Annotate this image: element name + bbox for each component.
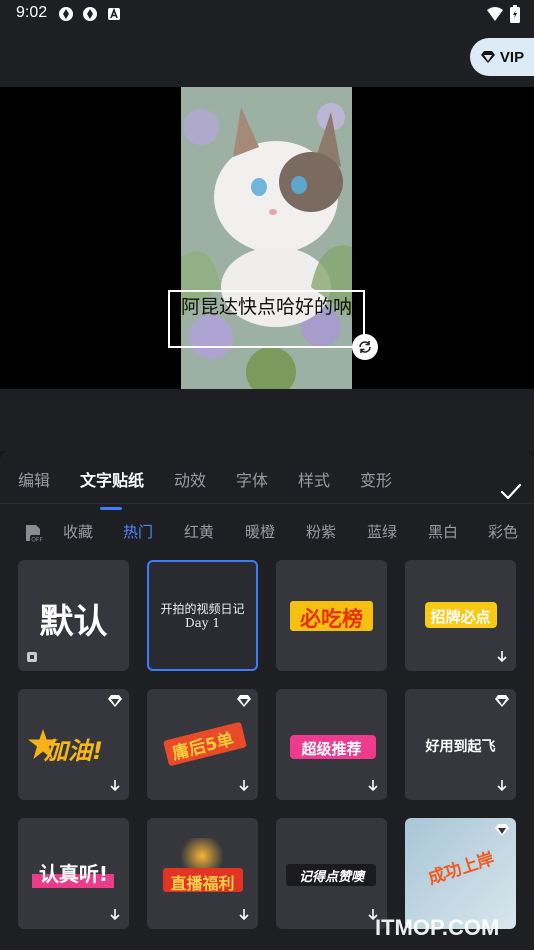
text-sticker-box[interactable]: 阿昆达快点哈好的呐 [168,290,365,348]
battery-icon [510,5,520,23]
sticker-video-diary[interactable]: 开拍的视频日记 Day 1 [147,560,258,671]
timeline-area [0,389,534,451]
tab-edit[interactable]: 编辑 [18,467,50,491]
sticker-label: 直播福利 [170,874,235,893]
rotate-icon [359,341,371,353]
sticker-signature[interactable]: 招牌必点 [405,560,516,671]
category-warm-orange[interactable]: 暖橙 [245,521,275,542]
vip-label: VIP [499,48,525,66]
category-red-yellow[interactable]: 红黄 [184,521,214,542]
video-preview[interactable]: 阿昆达快点哈好的呐 [0,87,534,389]
download-icon[interactable] [238,908,250,922]
sticker-label: 加油! [44,737,103,765]
sticker-listen[interactable]: 认真听! [18,818,129,929]
category-black-white[interactable]: 黑白 [428,521,458,542]
vip-button[interactable]: VIP [470,38,534,76]
sticker-label: 认真听! [38,862,109,886]
status-right [486,5,520,23]
category-pink-purple[interactable]: 粉紫 [306,521,336,542]
vip-diamond-icon [495,695,509,707]
sticker-success[interactable]: 成功上岸 [405,818,516,929]
confirm-check-icon[interactable] [498,479,524,505]
main-tabs: 编辑 文字贴纸 动效 字体 样式 变形 [0,467,534,510]
divider [0,503,534,504]
sticker-fly[interactable]: 好用到起飞 [405,689,516,800]
sticker-label: 超级推荐 [301,740,362,758]
category-hot[interactable]: 热门 [123,521,153,542]
font-notification-icon [108,7,120,20]
rotate-handle[interactable] [352,334,378,360]
category-tabs: 收藏 热门 红黄 暖橙 粉紫 蓝绿 黑白 彩色 [0,521,534,545]
tab-animation[interactable]: 动效 [174,467,206,491]
vip-diamond-icon [108,695,122,707]
download-icon[interactable] [496,650,508,664]
sticker-label: 招牌必点 [430,608,491,626]
sticker-default[interactable]: 默认 [18,560,129,671]
category-favorites[interactable]: 收藏 [63,521,93,542]
sticker-label: 记得点赞噢 [298,870,364,885]
sticker-label: 庸后5单 [170,729,237,765]
active-tab-indicator [100,507,122,510]
sticker-super-recommend[interactable]: 超级推荐 [276,689,387,800]
vip-diamond-icon [237,695,251,707]
category-colorful[interactable]: 彩色 [488,521,518,542]
app-notification-icon [83,7,97,21]
tab-transform[interactable]: 变形 [360,467,392,491]
download-icon[interactable] [238,779,250,793]
wifi-icon [487,7,503,21]
sticker-label: 必吃榜 [300,607,363,631]
watermark: ITMOP.COM [375,915,500,940]
tab-style[interactable]: 样式 [298,467,330,491]
sticker-orders[interactable]: 庸后5单 [147,689,258,800]
download-icon[interactable] [367,779,379,793]
download-icon[interactable] [109,779,121,793]
sticker-label: 好用到起飞 [425,739,496,755]
download-icon[interactable] [109,908,121,922]
status-time: 9:02 [16,4,48,21]
tab-text-sticker[interactable]: 文字贴纸 [80,467,144,491]
sticker-live-benefit[interactable]: 直播福利 [147,818,258,929]
sticker-label: 默认 [39,602,108,642]
sticker-must-eat[interactable]: 必吃榜 [276,560,387,671]
top-toolbar [0,28,534,87]
sticker-label: 成功上岸 [425,848,497,889]
sticker-panel: 编辑 文字贴纸 动效 字体 样式 变形 OFF 收藏 热门 红黄 暖橙 粉紫 蓝… [0,451,534,950]
sticker-badge-icon [27,652,37,662]
status-bar: 9:02 [0,0,534,28]
sticker-text: 阿昆达快点哈好的呐 [180,296,352,318]
sticker-label: 开拍的视频日记 [160,602,245,616]
notification-icons [58,6,122,22]
sticker-jiayou[interactable]: 加油! [18,689,129,800]
download-icon[interactable] [496,779,508,793]
category-blue-green[interactable]: 蓝绿 [367,521,397,542]
app-notification-icon [59,7,73,21]
vip-diamond-icon [495,824,509,836]
diamond-icon [480,51,495,63]
sticker-like[interactable]: 记得点赞噢 [276,818,387,929]
sticker-sublabel: Day 1 [184,616,220,630]
tab-font[interactable]: 字体 [236,467,268,491]
